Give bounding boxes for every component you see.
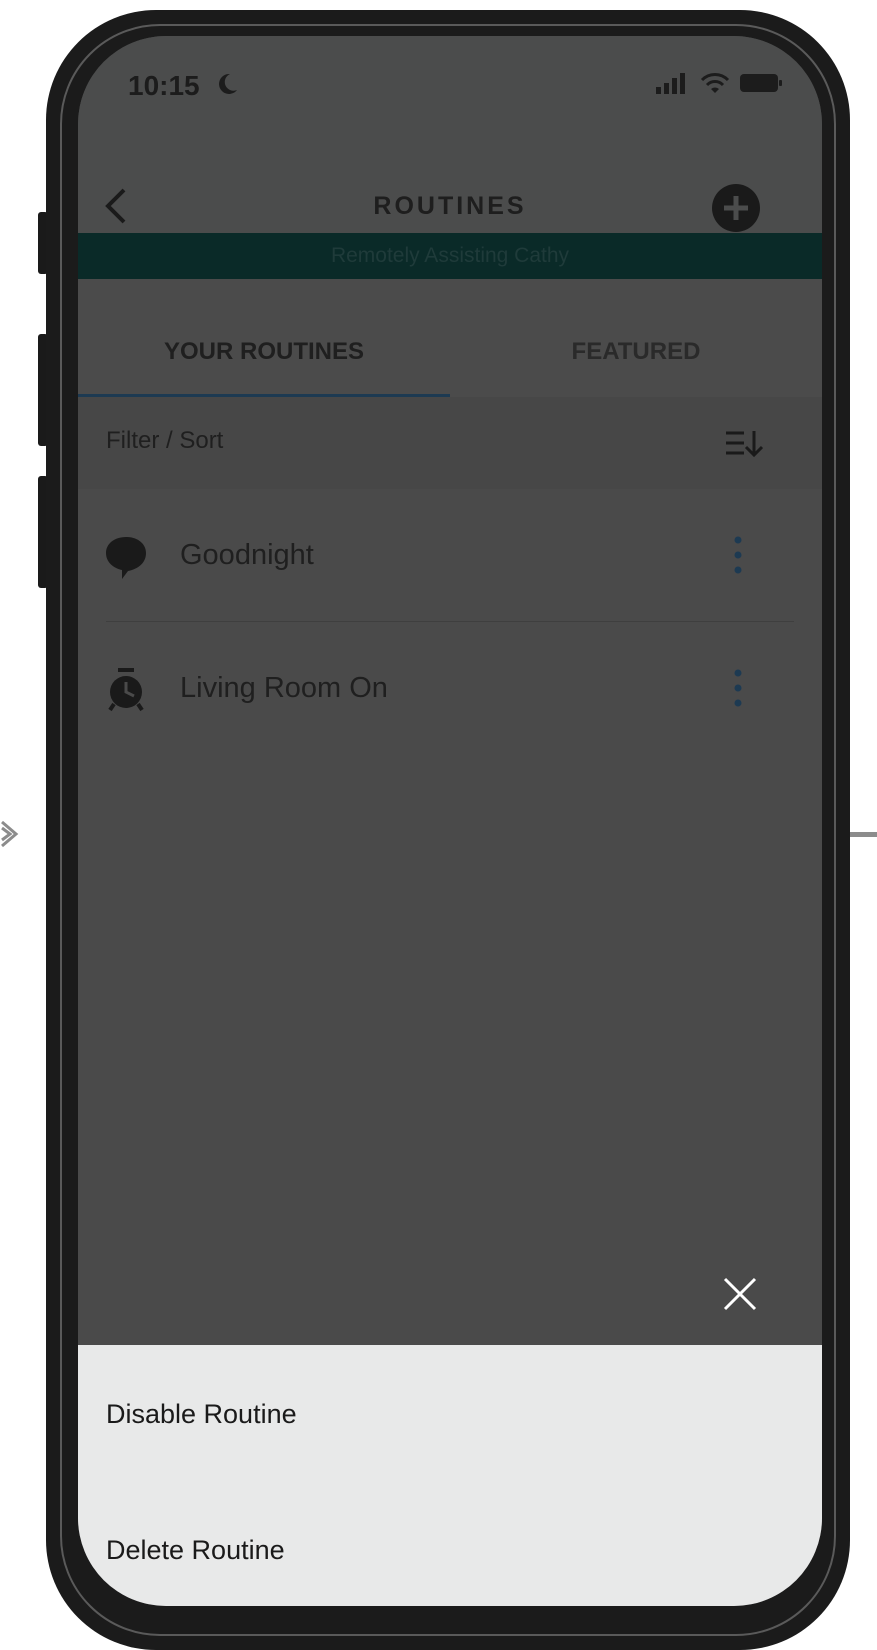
alarm-clock-icon (108, 668, 144, 712)
flow-arrow-icon (1, 820, 19, 848)
phone-screen: 10:15 ROUTINES Remotely Assisting Cathy … (78, 36, 822, 1606)
filter-sort-bar[interactable]: Filter / Sort (78, 397, 822, 489)
routine-item-living-room-on[interactable]: Living Room On (78, 622, 822, 754)
tab-featured[interactable]: FEATURED (450, 279, 822, 397)
do-not-disturb-moon-icon (219, 73, 237, 94)
remote-assist-banner: Remotely Assisting Cathy (78, 233, 822, 279)
more-options-icon[interactable] (728, 535, 748, 575)
status-icons (656, 72, 784, 94)
status-bar: 10:15 (78, 36, 822, 136)
battery-icon (740, 74, 782, 92)
routine-name: Living Room On (180, 672, 388, 704)
cellular-signal-icon (656, 73, 685, 94)
action-sheet: Disable Routine Delete Routine (78, 1345, 822, 1606)
status-time: 10:15 (128, 70, 200, 101)
flow-connector-line (850, 832, 877, 837)
page-title: ROUTINES (373, 192, 527, 220)
routine-name: Goodnight (180, 539, 314, 571)
wifi-icon (700, 73, 730, 93)
routine-item-goodnight[interactable]: Goodnight (78, 489, 822, 622)
tab-your-routines[interactable]: YOUR ROUTINES (78, 279, 450, 397)
close-icon[interactable] (722, 1276, 758, 1312)
sort-icon[interactable] (724, 427, 764, 459)
more-options-icon[interactable] (728, 668, 748, 708)
delete-routine-button[interactable]: Delete Routine (106, 1535, 285, 1566)
add-routine-plus-icon[interactable] (712, 184, 760, 232)
speech-bubble-icon (106, 537, 146, 579)
filter-sort-label: Filter / Sort (106, 427, 224, 454)
disable-routine-button[interactable]: Disable Routine (106, 1399, 297, 1430)
tabs-bar: YOUR ROUTINES FEATURED (78, 279, 822, 397)
